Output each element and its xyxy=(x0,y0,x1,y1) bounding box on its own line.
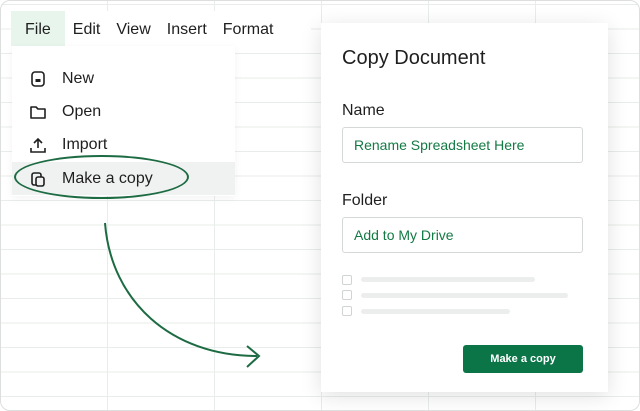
placeholder-line xyxy=(361,309,510,314)
folder-label: Folder xyxy=(342,192,388,209)
placeholder-line xyxy=(361,293,568,298)
spreadsheet-background: File Edit View Insert Format New Open Im… xyxy=(0,0,640,411)
placeholder-line xyxy=(361,277,535,282)
name-label: Name xyxy=(342,102,385,119)
option-checkbox[interactable] xyxy=(342,275,352,285)
make-a-copy-button[interactable]: Make a copy xyxy=(463,345,583,373)
option-checkbox[interactable] xyxy=(342,306,352,316)
option-checkbox[interactable] xyxy=(342,290,352,300)
name-input[interactable]: Rename Spreadsheet Here xyxy=(342,127,583,163)
dialog-title: Copy Document xyxy=(342,47,486,69)
copy-document-dialog: Copy Document Name Rename Spreadsheet He… xyxy=(321,23,608,392)
folder-input[interactable]: Add to My Drive xyxy=(342,217,583,253)
